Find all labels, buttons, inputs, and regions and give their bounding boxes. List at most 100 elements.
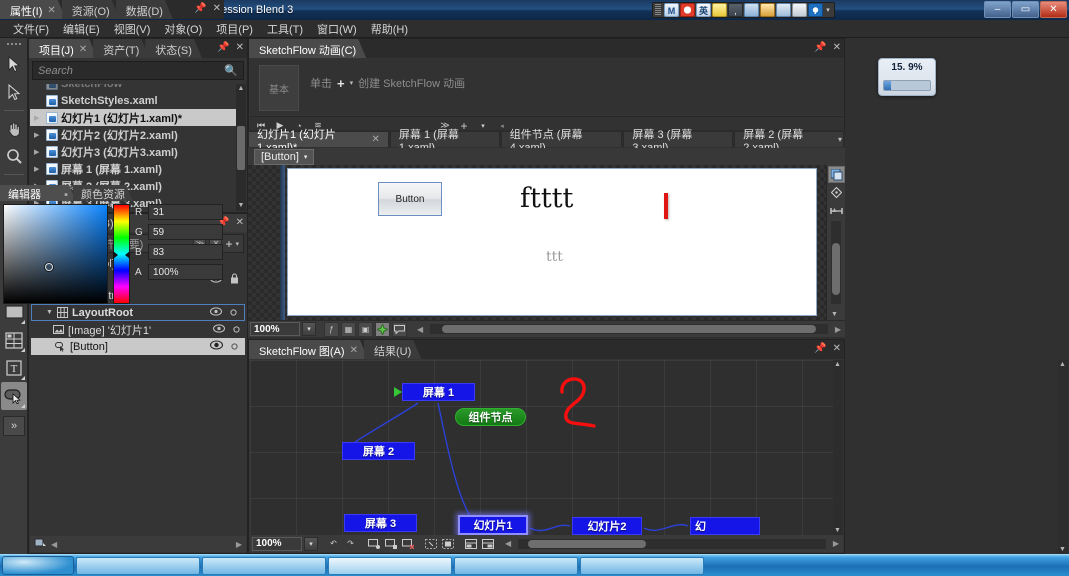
pan-tool[interactable] bbox=[1, 114, 27, 142]
tab-color-resources[interactable]: 颜色资源 bbox=[73, 185, 133, 201]
menu-view[interactable]: 视图(V) bbox=[107, 20, 158, 38]
color-editor-pin-icon[interactable]: ▪ bbox=[64, 189, 68, 201]
scroll-left-icon[interactable]: ◀ bbox=[51, 540, 57, 549]
list-item[interactable]: SketchFlow bbox=[30, 84, 236, 92]
scroll-down-icon[interactable]: ▼ bbox=[831, 311, 838, 318]
timeline-record-icon[interactable] bbox=[34, 537, 47, 551]
tool-variants-icon[interactable] bbox=[21, 376, 25, 380]
chevron-down-icon[interactable]: ▾ bbox=[304, 153, 308, 161]
start-button[interactable] bbox=[2, 556, 74, 575]
tab-sketchflow-map[interactable]: SketchFlow 图(A) ✕ bbox=[249, 340, 368, 359]
map-zoom-value[interactable]: 100% bbox=[252, 536, 302, 551]
expander-icon[interactable]: ▼ bbox=[46, 309, 53, 316]
doctab-component[interactable]: 组件节点 (屏幕 4.xaml) bbox=[500, 129, 623, 154]
maximize-button[interactable]: ▭ bbox=[1012, 1, 1039, 18]
taskbar-item[interactable] bbox=[202, 556, 326, 575]
ime-search-icon[interactable] bbox=[776, 3, 791, 17]
button-tool[interactable] bbox=[1, 382, 27, 410]
artboard-grid-button[interactable]: ▦ bbox=[341, 321, 356, 337]
zoom-tool[interactable] bbox=[1, 142, 27, 170]
ime-page-icon[interactable] bbox=[792, 3, 807, 17]
taskbar-item[interactable] bbox=[76, 556, 200, 575]
map-add-component-button[interactable] bbox=[383, 536, 398, 551]
map-select-button[interactable] bbox=[423, 536, 438, 551]
artboard[interactable]: Button ftttt ttt bbox=[248, 165, 826, 320]
selection-tool[interactable] bbox=[1, 50, 27, 78]
artboard-annotation-button[interactable] bbox=[375, 321, 390, 337]
menu-edit[interactable]: 编辑(E) bbox=[56, 20, 107, 38]
scroll-down-icon[interactable]: ▼ bbox=[1059, 546, 1066, 553]
tool-variants-icon[interactable] bbox=[21, 320, 25, 324]
scroll-right-icon[interactable]: ▶ bbox=[835, 325, 841, 334]
color-cursor-icon[interactable] bbox=[45, 263, 53, 271]
saturation-value-field[interactable] bbox=[3, 204, 108, 304]
ime-punctuation-icon[interactable]: , bbox=[728, 3, 743, 17]
doctab-screen2[interactable]: 屏幕 2 (屏幕 2.xaml) bbox=[734, 129, 844, 154]
map-zoom-dropdown-icon[interactable]: ▾ bbox=[304, 536, 318, 551]
map-node-slide1[interactable]: 幻灯片1 bbox=[458, 515, 528, 535]
scroll-right-icon[interactable]: ▶ bbox=[833, 539, 839, 548]
list-item[interactable]: SketchStyles.xaml bbox=[30, 92, 236, 109]
canvas-text-small[interactable]: ttt bbox=[546, 249, 563, 265]
ime-language-icon[interactable]: 英 bbox=[696, 3, 711, 17]
map-hscrollbar[interactable] bbox=[518, 538, 826, 549]
properties-scrollbar[interactable]: ▲ ▼ bbox=[1058, 360, 1068, 554]
ime-moon-icon[interactable] bbox=[712, 3, 727, 17]
doctabs-overflow-icon[interactable]: ▾ bbox=[838, 135, 842, 144]
tab-resources[interactable]: 资源(O) bbox=[62, 0, 120, 19]
doctab-screen3[interactable]: 屏幕 3 (屏幕 3.xaml) bbox=[623, 129, 734, 154]
visibility-toggle[interactable] bbox=[210, 306, 222, 319]
lock-toggle[interactable] bbox=[233, 324, 240, 336]
ime-overflow-icon[interactable]: ▾ bbox=[824, 7, 832, 14]
map-redo-button[interactable]: ↷ bbox=[343, 536, 358, 551]
chevron-down-icon[interactable]: ▾ bbox=[350, 79, 354, 87]
project-search-input[interactable]: Search 🔍 bbox=[32, 61, 244, 80]
close-icon[interactable]: ✕ bbox=[833, 343, 841, 354]
tool-variants-icon[interactable] bbox=[21, 404, 25, 408]
map-undo-button[interactable]: ↶ bbox=[326, 536, 341, 551]
map-node-screen3[interactable]: 屏幕 3 bbox=[344, 514, 417, 532]
lock-toggle[interactable] bbox=[231, 341, 238, 353]
scroll-thumb[interactable] bbox=[528, 539, 646, 548]
canvas-text-large[interactable]: ftttt bbox=[520, 183, 573, 214]
list-item[interactable]: ▶ 屏幕 1 (屏幕 1.xaml) bbox=[30, 160, 236, 177]
tab-project[interactable]: 项目(J) ✕ bbox=[29, 39, 97, 58]
map-node-screen2[interactable]: 屏幕 2 bbox=[342, 442, 415, 460]
ime-mode-icon[interactable]: M bbox=[664, 3, 679, 17]
project-list-scrollbar[interactable]: ▲ ▼ bbox=[236, 84, 246, 211]
ime-keyboard-icon[interactable] bbox=[744, 3, 759, 17]
map-node-slide2[interactable]: 幻灯片2 bbox=[572, 517, 642, 535]
visibility-toggle[interactable] bbox=[209, 340, 224, 353]
sketchflow-map-canvas[interactable]: 屏幕 1 屏幕 2 屏幕 3 组件节点 幻灯片1 幻灯片2 幻 ▲ ▼ bbox=[250, 360, 843, 535]
taskbar-item[interactable] bbox=[328, 556, 452, 575]
scroll-up-icon[interactable]: ▲ bbox=[834, 361, 841, 368]
artboard-zoom-value[interactable]: 100% bbox=[250, 322, 300, 336]
design-canvas[interactable]: Button ftttt ttt bbox=[287, 168, 817, 316]
scroll-left-icon[interactable]: ◀ bbox=[505, 539, 511, 548]
tree-node-button[interactable]: [Button] bbox=[31, 338, 245, 355]
ime-toolbox-icon[interactable] bbox=[760, 3, 775, 17]
tab-properties[interactable]: 属性(I) ✕ bbox=[0, 0, 66, 19]
scroll-down-icon[interactable]: ▼ bbox=[236, 201, 246, 211]
pin-icon[interactable]: 📌 bbox=[217, 42, 229, 53]
map-node-component[interactable]: 组件节点 bbox=[455, 408, 526, 426]
tool-variants-icon[interactable] bbox=[21, 348, 25, 352]
artboard-snap-button[interactable]: ƒ bbox=[324, 321, 339, 337]
close-icon[interactable]: ✕ bbox=[372, 134, 380, 145]
list-item[interactable]: ▶ 幻灯片3 (幻灯片3.xaml) bbox=[30, 143, 236, 160]
scroll-up-icon[interactable]: ▲ bbox=[1059, 361, 1066, 368]
ime-grip-icon[interactable] bbox=[655, 4, 661, 16]
scroll-left-icon[interactable]: ◀ bbox=[417, 325, 423, 334]
menu-help[interactable]: 帮助(H) bbox=[364, 20, 415, 38]
menu-window[interactable]: 窗口(W) bbox=[310, 20, 364, 38]
menu-object[interactable]: 对象(O) bbox=[157, 20, 209, 38]
canvas-button-element[interactable]: Button bbox=[378, 182, 442, 216]
pin-icon[interactable]: 📌 bbox=[814, 343, 826, 354]
tab-data[interactable]: 数据(D) bbox=[116, 0, 173, 19]
artboard-zoom-dropdown-icon[interactable]: ▾ bbox=[302, 322, 316, 336]
channel-r-input[interactable]: 31 bbox=[148, 204, 223, 220]
expander-icon[interactable]: ▶ bbox=[34, 114, 43, 122]
ime-disabled-icon[interactable] bbox=[680, 3, 695, 17]
hue-slider[interactable] bbox=[113, 204, 130, 304]
direct-selection-tool[interactable] bbox=[1, 78, 27, 106]
